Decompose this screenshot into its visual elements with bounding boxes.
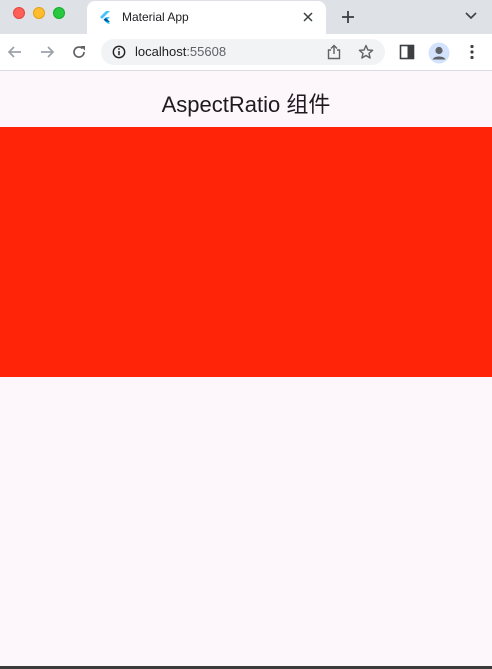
address-bar[interactable]: localhost:55608 [101, 39, 385, 65]
close-icon[interactable] [302, 11, 314, 23]
url-port: :55608 [186, 44, 227, 59]
chevron-down-icon[interactable] [464, 11, 478, 21]
flutter-icon [100, 11, 110, 24]
star-icon[interactable] [358, 44, 374, 60]
profile-icon[interactable] [428, 42, 450, 64]
url-text: localhost:55608 [135, 44, 226, 59]
tab-title: Material App [122, 10, 189, 24]
browser-window: Material App localhost:55608 AspectRatio… [0, 0, 492, 669]
window-zoom-button[interactable] [53, 7, 65, 19]
url-host: localhost [135, 44, 187, 59]
browser-toolbar: localhost:55608 [0, 34, 492, 71]
reload-icon[interactable] [70, 43, 88, 61]
tab-strip: Material App [0, 0, 492, 34]
plus-icon[interactable] [340, 9, 356, 25]
window-close-button[interactable] [13, 7, 25, 19]
arrow-left-icon[interactable] [6, 43, 24, 61]
page-title: AspectRatio 组件 [161, 92, 331, 117]
share-icon[interactable] [327, 44, 341, 60]
app-bar: AspectRatio 组件 [0, 71, 492, 127]
side-panel-icon[interactable] [398, 43, 416, 61]
info-icon[interactable] [112, 45, 126, 59]
arrow-right-icon[interactable] [38, 43, 56, 61]
browser-tab[interactable]: Material App [87, 1, 326, 34]
window-minimize-button[interactable] [33, 7, 45, 19]
kebab-menu-icon[interactable] [463, 43, 481, 61]
aspect-ratio-box [0, 127, 492, 377]
flutter-app-page: AspectRatio 组件 [0, 71, 492, 666]
